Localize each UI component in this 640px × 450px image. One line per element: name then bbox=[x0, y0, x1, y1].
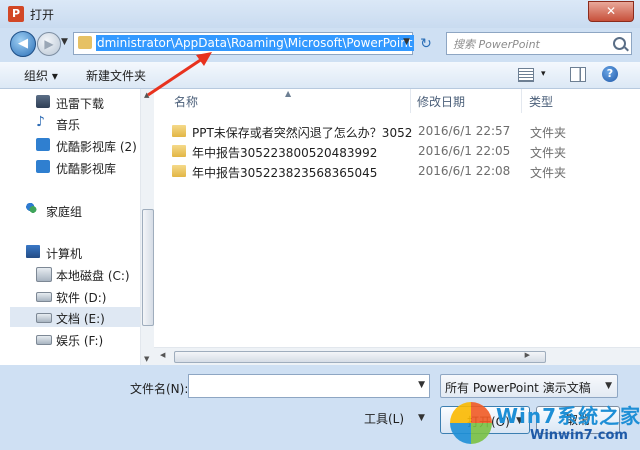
search-placeholder: 搜索 PowerPoint bbox=[453, 38, 540, 51]
sidebar-item-youku-library-2[interactable]: 优酷影视库 (2) bbox=[0, 135, 140, 155]
open-dialog: P 打开 ✕ ◀ ▶ ▼ dministrator\AppData\Roamin… bbox=[0, 0, 640, 450]
help-icon[interactable]: ? bbox=[602, 66, 618, 82]
refresh-button[interactable]: ↻ bbox=[415, 34, 437, 54]
sidebar-item-youku-library[interactable]: 优酷影视库 bbox=[0, 157, 140, 177]
download-icon bbox=[36, 95, 50, 108]
file-date: 2016/6/1 22:08 bbox=[418, 164, 511, 178]
view-options-icon[interactable] bbox=[518, 68, 534, 82]
sidebar-item-computer[interactable]: 计算机 bbox=[0, 242, 140, 262]
sidebar-item-label: 迅雷下载 bbox=[56, 97, 105, 111]
address-path[interactable]: dministrator\AppData\Roaming\Microsoft\P… bbox=[96, 35, 414, 51]
music-icon: ♪ bbox=[36, 114, 45, 130]
file-type-filter-value: 所有 PowerPoint 演示文稿 bbox=[445, 381, 591, 395]
sidebar-item-label: 娱乐 (F:) bbox=[56, 334, 104, 348]
title-bar[interactable]: P 打开 ✕ bbox=[0, 0, 640, 28]
sidebar-item-drive-e[interactable]: 文档 (E:) bbox=[10, 307, 140, 327]
folder-icon bbox=[172, 125, 186, 137]
view-dropdown-chevron-icon[interactable]: ▾ bbox=[541, 69, 546, 79]
scroll-down-arrow-icon[interactable]: ▼ bbox=[144, 355, 149, 363]
sidebar-item-label: 软件 (D:) bbox=[56, 291, 107, 305]
drive-icon bbox=[36, 335, 52, 345]
filename-dropdown-chevron-icon[interactable]: ▼ bbox=[418, 380, 425, 390]
column-header-type[interactable]: 类型 bbox=[529, 89, 629, 113]
close-button[interactable]: ✕ bbox=[588, 1, 634, 22]
sidebar-item-drive-c[interactable]: 本地磁盘 (C:) bbox=[0, 264, 140, 284]
filter-dropdown-chevron-icon: ▼ bbox=[605, 381, 612, 391]
sidebar-item-label: 音乐 bbox=[56, 118, 81, 132]
file-type-filter-select[interactable]: 所有 PowerPoint 演示文稿 ▼ bbox=[440, 374, 618, 398]
watermark-url: Winwin7.com bbox=[530, 428, 628, 443]
navigation-pane: 迅雷下载 ♪ 音乐 优酷影视库 (2) 优酷影视库 家庭组 计算机 本地磁盘 (… bbox=[0, 89, 154, 365]
list-item[interactable]: 年中报告305223800520483992 2016/6/1 22:05 文件… bbox=[168, 141, 638, 161]
file-type: 文件夹 bbox=[530, 146, 567, 160]
file-name: PPT未保存或者突然闪退了怎么办？3052... bbox=[192, 126, 412, 140]
navigation-bar: ◀ ▶ ▼ dministrator\AppData\Roaming\Micro… bbox=[0, 28, 640, 62]
video-library-icon bbox=[36, 160, 50, 173]
drive-icon bbox=[36, 313, 52, 323]
windows-logo-icon bbox=[450, 402, 492, 444]
folder-icon bbox=[172, 165, 186, 177]
scrollbar-thumb[interactable] bbox=[142, 209, 154, 326]
computer-icon bbox=[26, 245, 40, 258]
homegroup-icon bbox=[26, 203, 40, 216]
file-list-horizontal-scrollbar[interactable]: ◀ ▶ bbox=[154, 347, 640, 365]
tools-menu[interactable]: 工具(L) bbox=[364, 410, 404, 427]
site-watermark: Win7系统之家 Winwin7.com bbox=[446, 398, 640, 450]
drive-icon bbox=[36, 292, 52, 302]
column-header-date[interactable]: 修改日期 bbox=[417, 89, 522, 113]
folder-icon bbox=[78, 36, 92, 49]
file-name: 年中报告305223823568365045 bbox=[192, 166, 378, 180]
address-bar[interactable]: dministrator\AppData\Roaming\Microsoft\P… bbox=[73, 32, 414, 55]
sidebar-item-homegroup[interactable]: 家庭组 bbox=[0, 200, 140, 220]
video-library-icon bbox=[36, 138, 50, 151]
address-dropdown-chevron-icon[interactable]: ▼ bbox=[403, 37, 410, 47]
sidebar-item-label: 优酷影视库 bbox=[56, 162, 117, 176]
file-list: 名称 ▲ 修改日期 类型 PPT未保存或者突然闪退了怎么办？3052... 20… bbox=[154, 89, 640, 365]
watermark-title: Win7系统之家 bbox=[496, 404, 640, 428]
search-icon[interactable] bbox=[613, 37, 626, 50]
recent-locations-chevron-icon[interactable]: ▼ bbox=[61, 37, 68, 47]
file-name: 年中报告305223800520483992 bbox=[192, 146, 378, 160]
file-type: 文件夹 bbox=[530, 166, 567, 180]
filename-label: 文件名(N): bbox=[130, 382, 189, 396]
sidebar-item-drive-d[interactable]: 软件 (D:) bbox=[0, 286, 140, 306]
sidebar-scrollbar[interactable]: ▲ ▼ bbox=[140, 89, 154, 365]
forward-button[interactable]: ▶ bbox=[37, 32, 61, 56]
sidebar-item-label: 文档 (E:) bbox=[56, 312, 105, 326]
new-folder-button[interactable]: 新建文件夹 bbox=[86, 67, 146, 84]
preview-pane-icon[interactable] bbox=[570, 67, 586, 82]
powerpoint-app-icon: P bbox=[8, 6, 24, 22]
organize-menu[interactable]: 组织 ▾ bbox=[24, 67, 58, 84]
tools-dropdown-chevron-icon[interactable]: ▼ bbox=[418, 413, 425, 423]
scroll-right-arrow-icon[interactable]: ▶ bbox=[525, 351, 530, 359]
sidebar-item-label: 优酷影视库 (2) bbox=[56, 140, 137, 154]
sidebar-item-label: 本地磁盘 (C:) bbox=[56, 269, 130, 283]
back-button[interactable]: ◀ bbox=[10, 31, 36, 57]
system-drive-icon bbox=[36, 267, 52, 282]
scroll-up-arrow-icon[interactable]: ▲ bbox=[144, 91, 149, 99]
folder-icon bbox=[172, 145, 186, 157]
scroll-left-arrow-icon[interactable]: ◀ bbox=[160, 351, 165, 359]
sidebar-item-label: 家庭组 bbox=[46, 205, 83, 219]
sidebar-item-xunlei-download[interactable]: 迅雷下载 bbox=[0, 92, 140, 112]
sort-ascending-icon: ▲ bbox=[285, 89, 292, 98]
list-item[interactable]: PPT未保存或者突然闪退了怎么办？3052... 2016/6/1 22:57 … bbox=[168, 121, 638, 141]
sidebar-item-music[interactable]: ♪ 音乐 bbox=[0, 113, 140, 133]
list-item[interactable]: 年中报告305223823568365045 2016/6/1 22:08 文件… bbox=[168, 161, 638, 181]
file-date: 2016/6/1 22:57 bbox=[418, 124, 511, 138]
command-toolbar: 组织 ▾ 新建文件夹 ▾ ? bbox=[0, 62, 640, 89]
window-title: 打开 bbox=[30, 8, 55, 22]
file-type: 文件夹 bbox=[530, 126, 567, 140]
search-input[interactable]: 搜索 PowerPoint bbox=[446, 32, 632, 55]
file-date: 2016/6/1 22:05 bbox=[418, 144, 511, 158]
sidebar-item-drive-f[interactable]: 娱乐 (F:) bbox=[0, 329, 140, 349]
sidebar-item-label: 计算机 bbox=[46, 247, 83, 261]
scrollbar-thumb[interactable] bbox=[174, 351, 546, 363]
column-header-name[interactable]: 名称 bbox=[174, 89, 411, 113]
filename-input[interactable]: ▼ bbox=[188, 374, 430, 398]
